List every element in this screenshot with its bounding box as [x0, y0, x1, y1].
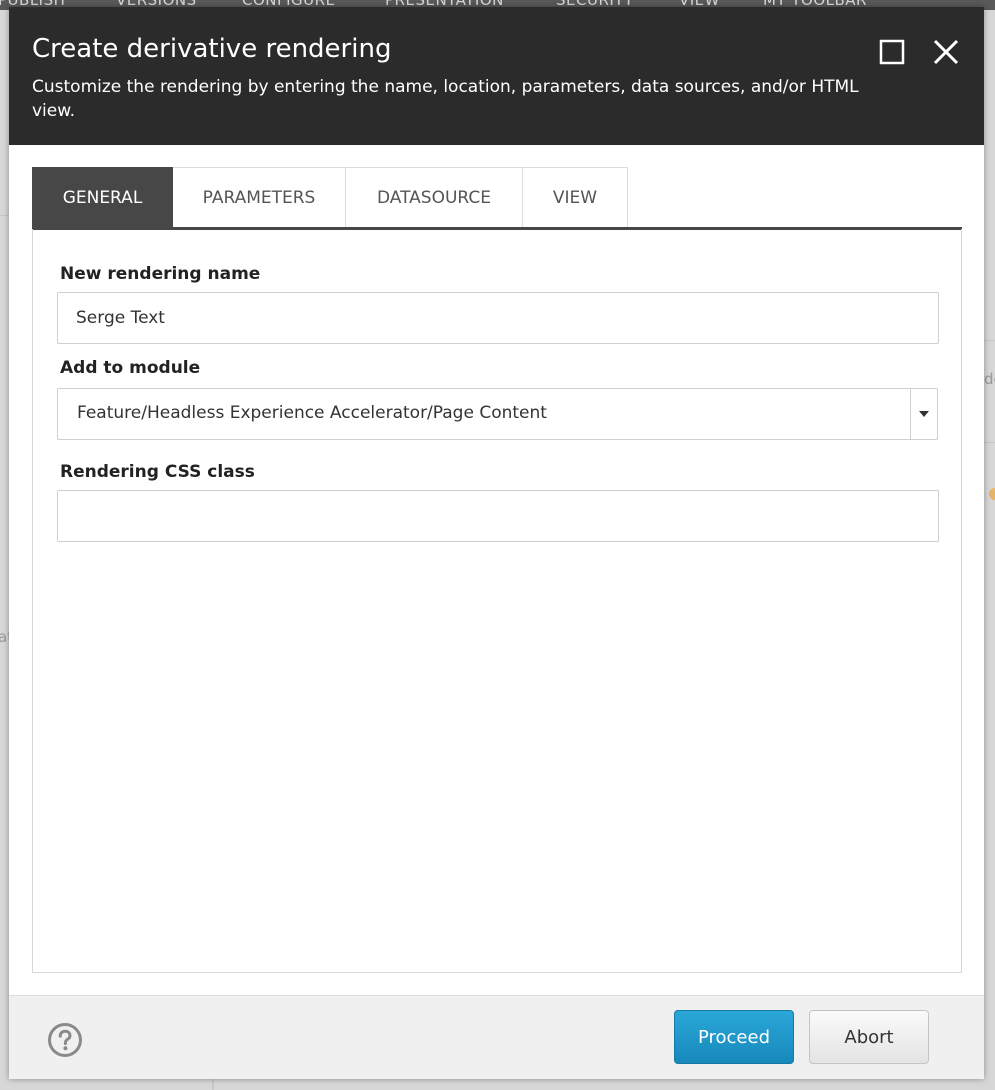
background-line	[984, 442, 995, 443]
tab-parameters[interactable]: PARAMETERS	[173, 167, 346, 228]
caret-down-icon	[919, 411, 929, 417]
background-dot	[989, 488, 995, 500]
background-text-fragment: de	[984, 370, 995, 388]
tab-general[interactable]: GENERAL	[32, 167, 173, 228]
dialog-header: Create derivative rendering Customize th…	[9, 7, 984, 145]
tab-view[interactable]: VIEW	[523, 167, 628, 228]
rendering-name-input[interactable]	[57, 292, 939, 344]
general-tab-panel: New rendering name Add to module Feature…	[32, 229, 962, 973]
module-select[interactable]: Feature/Headless Experience Accelerator/…	[57, 388, 938, 440]
maximize-icon	[879, 39, 905, 65]
maximize-button[interactable]	[877, 37, 907, 67]
dialog-footer: Proceed Abort	[9, 995, 984, 1079]
help-button[interactable]	[47, 1022, 83, 1058]
close-button[interactable]	[931, 37, 961, 67]
help-icon	[48, 1023, 82, 1057]
css-class-label: Rendering CSS class	[60, 462, 255, 482]
module-label: Add to module	[60, 358, 201, 378]
create-derivative-rendering-dialog: Create derivative rendering Customize th…	[9, 7, 984, 1079]
css-class-input[interactable]	[57, 490, 939, 542]
proceed-button[interactable]: Proceed	[674, 1010, 794, 1064]
dialog-subtitle: Customize the rendering by entering the …	[32, 77, 859, 121]
abort-button[interactable]: Abort	[809, 1010, 929, 1064]
close-icon	[933, 39, 959, 65]
dialog-title: Create derivative rendering	[32, 34, 392, 64]
background-line	[984, 340, 995, 341]
tab-datasource[interactable]: DATASOURCE	[346, 167, 523, 228]
rendering-name-label: New rendering name	[60, 264, 261, 284]
background-line	[0, 215, 9, 216]
tab-bar: GENERAL PARAMETERS DATASOURCE VIEW	[32, 167, 628, 228]
module-select-value: Feature/Headless Experience Accelerator/…	[77, 403, 547, 423]
dropdown-arrow-button[interactable]	[910, 388, 938, 440]
